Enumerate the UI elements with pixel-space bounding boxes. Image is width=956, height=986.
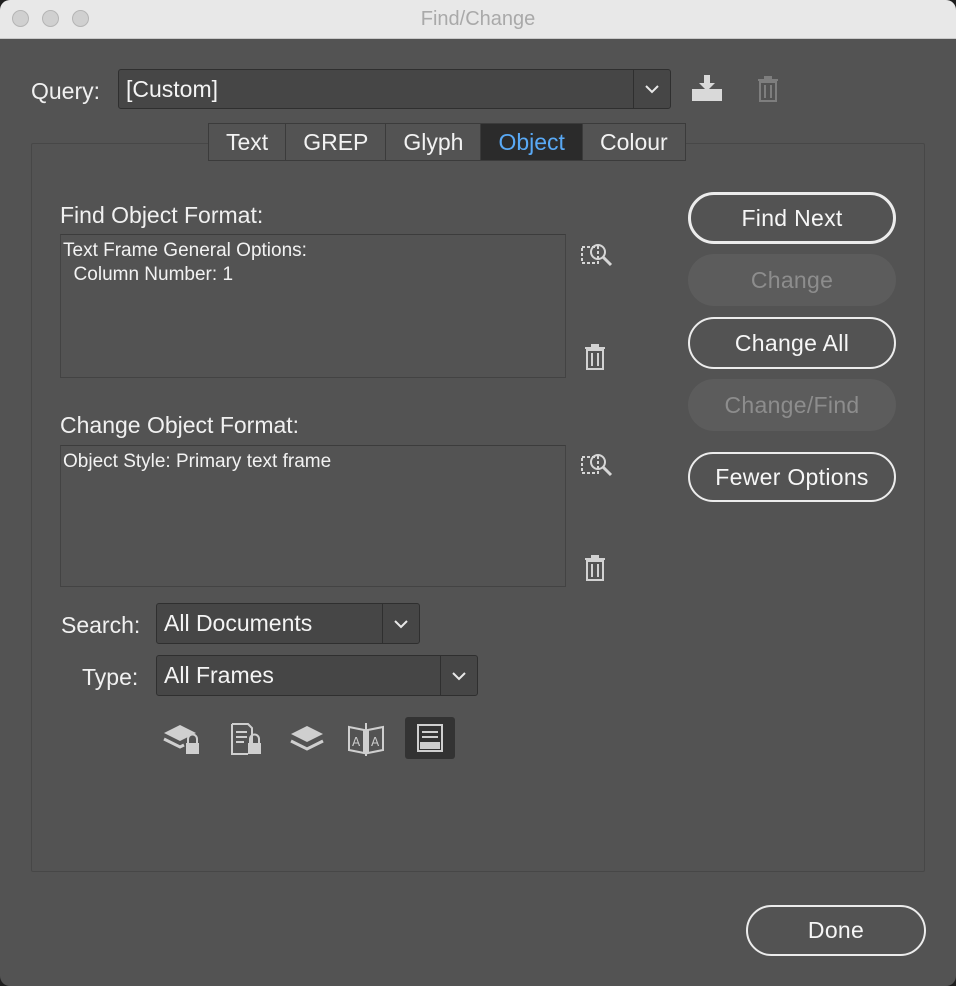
chevron-down-icon[interactable] (440, 656, 477, 695)
tab-colour[interactable]: Colour (583, 124, 685, 160)
type-value: All Frames (164, 662, 274, 688)
include-footnotes-icon[interactable] (405, 717, 455, 759)
clear-find-trash-icon[interactable] (582, 342, 608, 372)
window-title: Find/Change (420, 8, 536, 30)
svg-text:A: A (371, 735, 380, 749)
include-locked-stories-icon[interactable] (226, 720, 266, 758)
clear-change-trash-icon[interactable] (582, 553, 608, 583)
query-value: [Custom] (126, 76, 219, 102)
type-label: Type: (82, 664, 139, 690)
change-format-box[interactable]: Object Style: Primary text frame (60, 445, 566, 587)
specify-find-format-icon[interactable] (578, 240, 614, 272)
include-locked-layers-icon[interactable] (162, 720, 202, 758)
chevron-down-icon[interactable] (633, 70, 670, 108)
find-change-dialog: Find/Change Query: [Custom] Text GREP Gl… (0, 0, 956, 986)
tab-object[interactable]: Object (481, 124, 583, 160)
include-master-pages-icon[interactable]: A A (346, 720, 386, 758)
query-label: Query: (31, 78, 101, 104)
tab-glyph[interactable]: Glyph (386, 124, 482, 160)
save-query-icon[interactable] (690, 72, 724, 104)
done-button[interactable]: Done (746, 905, 926, 956)
specify-change-format-icon[interactable] (578, 450, 614, 482)
tab-bar: Text GREP Glyph Object Colour (208, 123, 686, 161)
search-label: Search: (61, 612, 141, 638)
search-dropdown[interactable]: All Documents (156, 603, 420, 644)
chevron-down-icon[interactable] (382, 604, 419, 643)
title-bar: Find/Change (0, 0, 956, 39)
tab-grep[interactable]: GREP (286, 124, 387, 160)
query-dropdown[interactable]: [Custom] (118, 69, 671, 109)
change-find-button[interactable]: Change/Find (688, 379, 896, 431)
tab-text[interactable]: Text (209, 124, 287, 160)
change-button[interactable]: Change (688, 254, 896, 306)
find-format-label: Find Object Format: (60, 202, 264, 228)
include-hidden-layers-icon[interactable] (287, 720, 327, 758)
fewer-options-button[interactable]: Fewer Options (688, 452, 896, 502)
search-value: All Documents (164, 610, 313, 636)
find-format-box[interactable]: Text Frame General Options: Column Numbe… (60, 234, 566, 378)
change-all-button[interactable]: Change All (688, 317, 896, 369)
change-format-label: Change Object Format: (60, 412, 300, 438)
type-dropdown[interactable]: All Frames (156, 655, 478, 696)
delete-query-trash-icon[interactable] (754, 74, 782, 104)
svg-text:A: A (352, 735, 361, 749)
find-next-button[interactable]: Find Next (688, 192, 896, 244)
